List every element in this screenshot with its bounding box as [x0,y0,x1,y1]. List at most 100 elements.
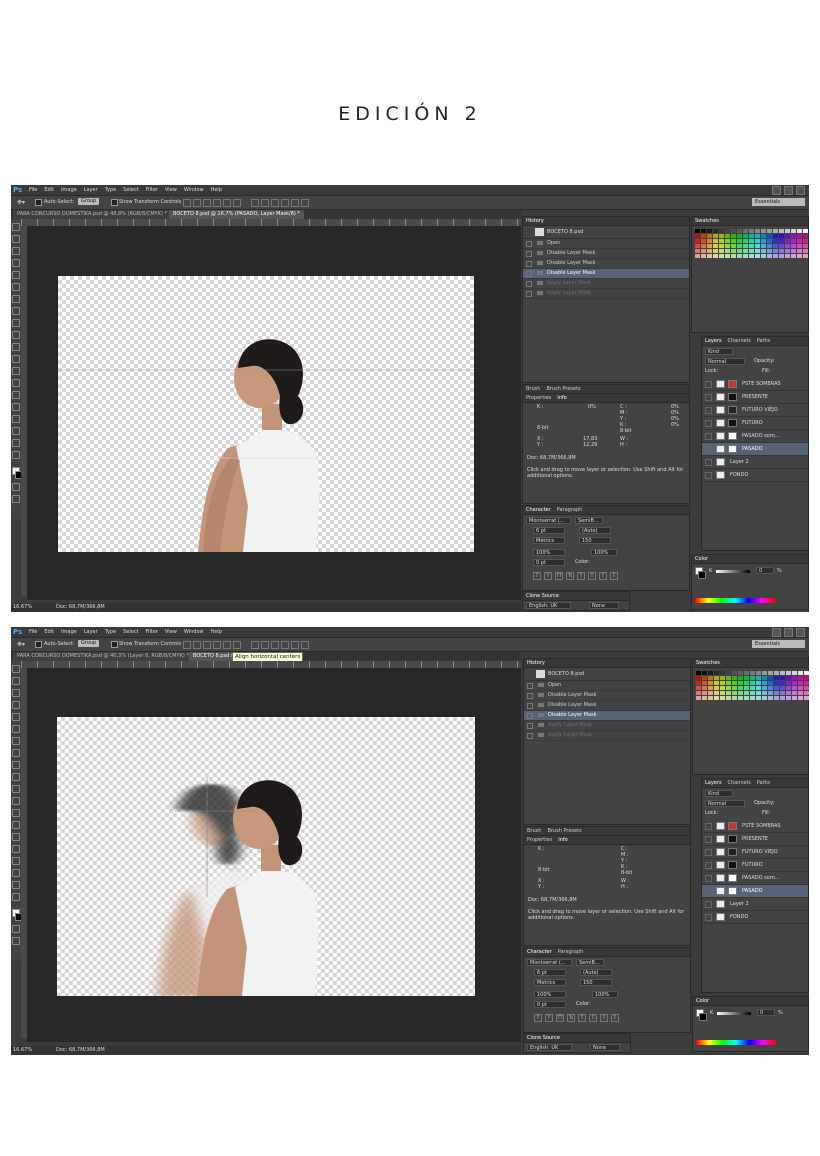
menu-image[interactable]: Image [61,185,77,195]
clone-source-tab[interactable]: Clone Source [526,592,559,600]
hand-tool-icon[interactable] [12,881,20,889]
history-snapshot[interactable]: BOCETO 8.psd [523,226,689,239]
swatch-cell[interactable] [779,244,784,248]
eye-icon[interactable] [705,901,712,908]
horizontal-scale-field[interactable]: 100% [591,549,617,556]
zoom-level[interactable]: 16.67% [13,603,32,612]
color-k-field[interactable]: 0 [757,1009,775,1016]
swatch-cell[interactable] [702,691,707,695]
history-tab[interactable]: History [526,217,544,225]
swatch-cell[interactable] [780,671,785,675]
swatch-cell[interactable] [797,254,802,258]
history-snapshot[interactable]: BOCETO 8.psd [524,668,690,681]
swatch-cell[interactable] [773,249,778,253]
baseline-shift-field[interactable]: 0 pt [534,1001,566,1008]
leading-field[interactable]: (Auto) [579,527,611,534]
swatch-cell[interactable] [713,249,718,253]
quick-mask-icon[interactable] [12,925,20,933]
swatch-cell[interactable] [695,234,700,238]
font-family-select[interactable]: Montserrat (... [527,959,572,966]
swatch-cell[interactable] [773,244,778,248]
gradient-tool-icon[interactable] [12,355,20,363]
swatch-cell[interactable] [744,696,749,700]
swatch-cell[interactable] [803,239,808,243]
eye-icon[interactable] [705,472,712,479]
swatch-cell[interactable] [743,239,748,243]
brush-tab[interactable]: Brush [526,385,540,393]
menu-view[interactable]: View [165,185,177,195]
swatch-cell[interactable] [797,244,802,248]
swatch-cell[interactable] [798,686,803,690]
eyedropper-tool-icon[interactable] [12,283,20,291]
all-caps-icon[interactable]: TT [555,572,563,580]
swatch-cell[interactable] [738,696,743,700]
crop-tool-icon[interactable] [12,271,20,279]
eye-icon[interactable] [705,381,712,388]
vertical-scale-field[interactable]: 100% [534,991,566,998]
swatch-cell[interactable] [768,676,773,680]
history-item[interactable]: Disable Layer Mask [524,691,690,701]
subscript-icon[interactable]: T [588,572,596,580]
swatch-cell[interactable] [791,239,796,243]
swatch-cell[interactable] [732,691,737,695]
history-item-dimmed[interactable]: Apply Layer Mask [524,731,690,741]
history-brush-tool-icon[interactable] [12,331,20,339]
zoom-tool-icon[interactable] [12,451,20,459]
swatch-cell[interactable] [786,686,791,690]
layer-row[interactable]: FUTURO VIEJO [702,846,808,859]
eye-icon[interactable] [705,407,712,414]
swatch-cell[interactable] [792,671,797,675]
swatch-cell[interactable] [798,671,803,675]
swatch-cell[interactable] [791,229,796,233]
swatch-cell[interactable] [695,239,700,243]
swatch-cell[interactable] [737,254,742,258]
eraser-tool-icon[interactable] [12,785,20,793]
blur-tool-icon[interactable] [12,809,20,817]
swatch-cell[interactable] [725,244,730,248]
align-vcenter-icon[interactable] [193,199,201,207]
swatch-cell[interactable] [791,254,796,258]
distribute-vcenter-icon[interactable] [261,199,269,207]
distribute-hcenter-icon[interactable] [291,199,299,207]
swatch-cell[interactable] [762,696,767,700]
swatch-cell[interactable] [714,681,719,685]
strikethrough-icon[interactable]: T [610,572,618,580]
menu-window[interactable]: Window [184,627,204,637]
swatch-cell[interactable] [785,244,790,248]
swatch-cell[interactable] [726,686,731,690]
layer-row[interactable]: FUTURO VIEJO [702,404,808,417]
swatch-cell[interactable] [792,691,797,695]
lasso-tool-icon[interactable] [12,689,20,697]
swatch-cell[interactable] [797,229,802,233]
eyedropper-tool-icon[interactable] [12,725,20,733]
swatch-cell[interactable] [719,244,724,248]
swatch-cell[interactable] [792,676,797,680]
distribute-bottom-icon[interactable] [271,641,279,649]
layer-row[interactable]: FONDO [702,469,808,482]
swatch-cell[interactable] [761,249,766,253]
gradient-tool-icon[interactable] [12,797,20,805]
swatch-cell[interactable] [786,681,791,685]
swatch-cell[interactable] [803,229,808,233]
eye-icon[interactable] [705,823,712,830]
quick-select-tool-icon[interactable] [12,259,20,267]
swatch-cell[interactable] [719,254,724,258]
swatch-cell[interactable] [804,676,809,680]
font-size-field[interactable]: 6 pt [534,969,566,976]
swatch-cell[interactable] [791,249,796,253]
swatch-cell[interactable] [731,229,736,233]
swatch-cell[interactable] [737,234,742,238]
history-tab[interactable]: History [527,659,545,667]
swatch-cell[interactable] [791,244,796,248]
swatch-cell[interactable] [785,254,790,258]
swatch-cell[interactable] [767,254,772,258]
swatch-cell[interactable] [761,234,766,238]
swatch-cell[interactable] [743,229,748,233]
menu-select[interactable]: Select [123,627,138,637]
kerning-field[interactable]: Metrics [534,979,566,986]
swatch-cell[interactable] [749,249,754,253]
menu-view[interactable]: View [165,627,177,637]
history-item[interactable]: Disable Layer Mask [524,701,690,711]
swatch-cell[interactable] [767,229,772,233]
history-item[interactable]: Disable Layer Mask [523,259,689,269]
